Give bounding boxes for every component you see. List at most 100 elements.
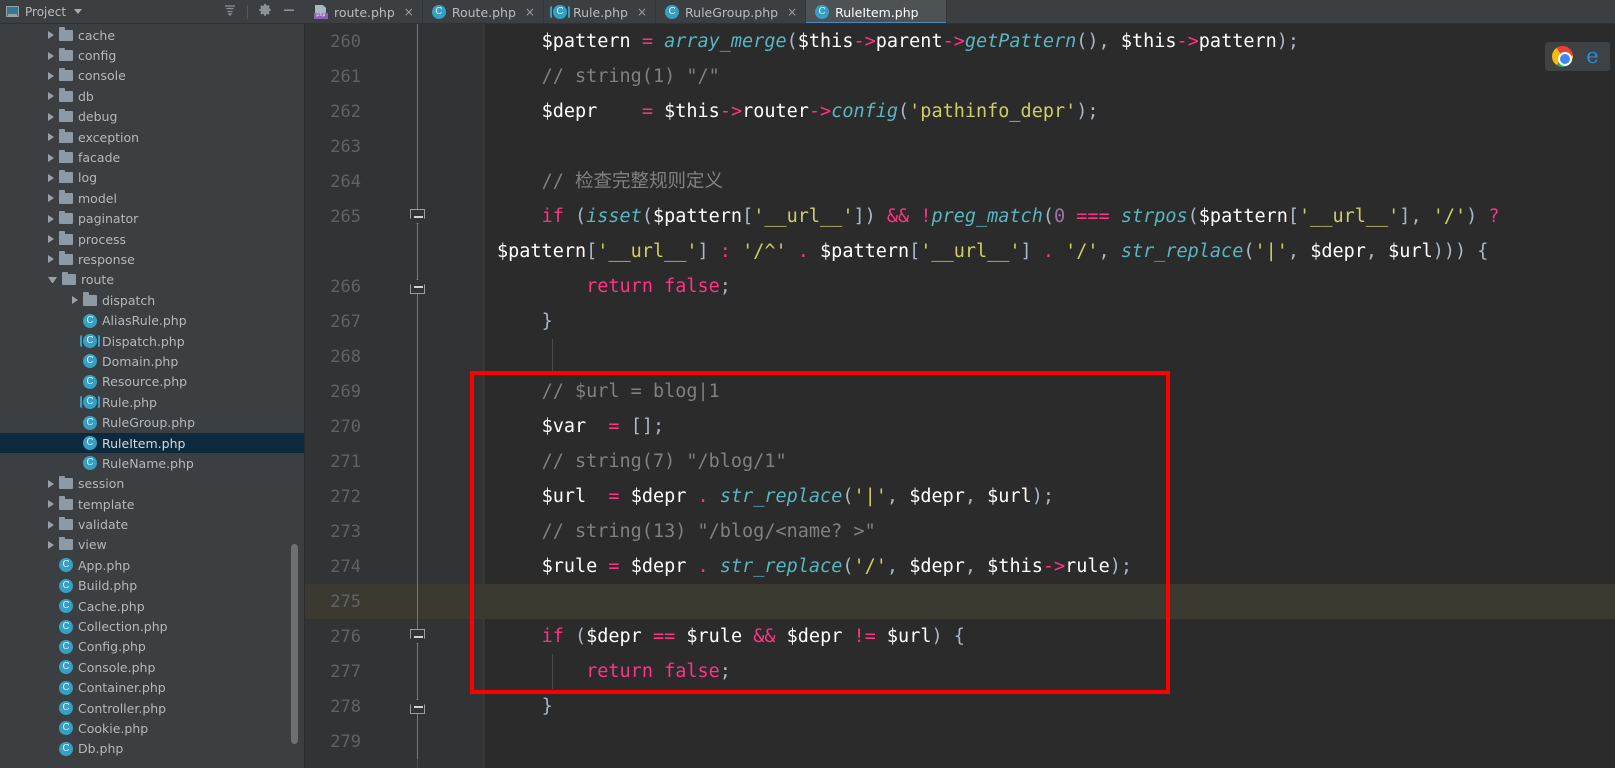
tree-file-App-php[interactable]: C App.php <box>0 555 304 575</box>
gutter-row[interactable]: 276 <box>305 619 485 654</box>
tree-file-Console-php[interactable]: C Console.php <box>0 657 304 677</box>
chevron-right-icon[interactable] <box>48 112 54 121</box>
tree-folder-exception[interactable]: exception <box>0 127 304 147</box>
chevron-right-icon[interactable] <box>72 296 78 305</box>
editor-tab-rulegroup-php[interactable]: C RuleGroup.php × <box>656 0 807 23</box>
chevron-right-icon[interactable] <box>48 173 54 182</box>
tree-file-Domain-php[interactable]: C Domain.php <box>0 351 304 371</box>
tree-file-RuleGroup-php[interactable]: C RuleGroup.php <box>0 412 304 432</box>
code-line[interactable]: $var = []; <box>485 409 1615 444</box>
code-line[interactable]: if ($depr == $rule && $depr != $url) { <box>485 619 1615 654</box>
gutter-row[interactable]: 262 <box>305 94 485 129</box>
minimize-icon[interactable] <box>282 2 296 21</box>
code-line[interactable]: // string(7) "/blog/1" <box>485 444 1615 479</box>
gutter-row[interactable]: 277 <box>305 654 485 689</box>
chevron-right-icon[interactable] <box>48 520 54 529</box>
code-line[interactable]: if (isset($pattern['__url__']) && !preg_… <box>485 199 1615 234</box>
tree-file-Rule-php[interactable]: C Rule.php <box>0 392 304 412</box>
tree-folder-config[interactable]: config <box>0 45 304 65</box>
project-panel-title-group[interactable]: Project <box>6 5 83 19</box>
chevron-right-icon[interactable] <box>48 71 54 80</box>
code-line[interactable]: } <box>485 304 1615 339</box>
tree-folder-session[interactable]: session <box>0 474 304 494</box>
tree-folder-model[interactable]: model <box>0 188 304 208</box>
gutter-row[interactable]: 271 <box>305 444 485 479</box>
chevron-right-icon[interactable] <box>48 51 54 60</box>
close-icon[interactable]: × <box>404 6 414 18</box>
chevron-down-icon[interactable] <box>74 9 83 14</box>
gutter-row[interactable]: 265 <box>305 199 485 234</box>
close-icon[interactable]: × <box>787 6 797 18</box>
tree-file-Resource-php[interactable]: C Resource.php <box>0 372 304 392</box>
edge-icon[interactable]: e <box>1582 46 1603 67</box>
gutter-row[interactable]: 273 <box>305 514 485 549</box>
gutter-row[interactable]: 272 <box>305 479 485 514</box>
tree-folder-console[interactable]: console <box>0 66 304 86</box>
code-line[interactable]: $depr = $this->router->config('pathinfo_… <box>485 94 1615 129</box>
code-line[interactable]: $pattern['__url__'] : '/^' . $pattern['_… <box>485 234 1615 269</box>
tree-folder-cache[interactable]: cache <box>0 25 304 45</box>
tree-file-Controller-php[interactable]: C Controller.php <box>0 698 304 718</box>
tree-folder-db[interactable]: db <box>0 86 304 106</box>
gutter-row[interactable] <box>305 234 485 269</box>
tree-folder-validate[interactable]: validate <box>0 514 304 534</box>
tree-folder-process[interactable]: process <box>0 229 304 249</box>
editor-tab-route-php[interactable]: php route.php × <box>305 0 423 23</box>
tree-file-Cache-php[interactable]: C Cache.php <box>0 596 304 616</box>
tree-file-Container-php[interactable]: C Container.php <box>0 678 304 698</box>
chevron-right-icon[interactable] <box>48 479 54 488</box>
chevron-down-icon[interactable] <box>48 276 57 283</box>
code-line[interactable]: return false; <box>485 654 1615 689</box>
code-line[interactable]: // string(13) "/blog/<name? >" <box>485 514 1615 549</box>
tree-file-RuleItem-php[interactable]: C RuleItem.php <box>0 432 304 454</box>
editor-gutter[interactable]: 260 261 262 263 264 265 266 267 268 269 270 271 272 2… <box>305 24 485 768</box>
code-line[interactable]: $pattern = array_merge($this->parent->ge… <box>485 24 1615 59</box>
tree-folder-dispatch[interactable]: dispatch <box>0 290 304 310</box>
tree-folder-paginator[interactable]: paginator <box>0 209 304 229</box>
chevron-right-icon[interactable] <box>48 92 54 101</box>
chevron-right-icon[interactable] <box>48 540 54 549</box>
gutter-row[interactable]: 274 <box>305 549 485 584</box>
tree-file-Db-php[interactable]: C Db.php <box>0 739 304 759</box>
tree-file-Dispatch-php[interactable]: C Dispatch.php <box>0 331 304 351</box>
sidebar-scrollbar-thumb[interactable] <box>291 544 298 744</box>
gutter-row[interactable]: 267 <box>305 304 485 339</box>
tree-file-Collection-php[interactable]: C Collection.php <box>0 616 304 636</box>
gutter-row[interactable]: 279 <box>305 724 485 759</box>
collapse-all-icon[interactable] <box>223 2 237 21</box>
code-line[interactable]: // 检查完整规则定义 <box>485 164 1615 199</box>
code-line[interactable]: return false; <box>485 269 1615 304</box>
code-line[interactable]: $rule = $depr . str_replace('/', $depr, … <box>485 549 1615 584</box>
close-icon[interactable]: × <box>525 6 535 18</box>
editor-tab-rule-php[interactable]: C Rule.php × <box>544 0 657 23</box>
chevron-right-icon[interactable] <box>48 194 54 203</box>
chevron-right-icon[interactable] <box>48 500 54 509</box>
gear-icon[interactable] <box>258 2 272 21</box>
tree-file-AliasRule-php[interactable]: C AliasRule.php <box>0 310 304 330</box>
gutter-row[interactable]: 268 <box>305 339 485 374</box>
code-line[interactable]: // string(1) "/" <box>485 59 1615 94</box>
gutter-row[interactable]: 270 <box>305 409 485 444</box>
chevron-right-icon[interactable] <box>48 235 54 244</box>
chevron-right-icon[interactable] <box>48 133 54 142</box>
code-editor[interactable]: 260 261 262 263 264 265 266 267 268 269 270 271 272 2… <box>305 24 1615 768</box>
tree-folder-debug[interactable]: debug <box>0 107 304 127</box>
gutter-row[interactable]: 269 <box>305 374 485 409</box>
editor-tab-ruleitem-php[interactable]: CRuleItem.php× <box>806 0 947 23</box>
tree-folder-route[interactable]: route <box>0 270 304 290</box>
close-icon[interactable]: × <box>637 6 647 18</box>
chevron-right-icon[interactable] <box>48 214 54 223</box>
tree-folder-response[interactable]: response <box>0 249 304 269</box>
gutter-row[interactable]: 266 <box>305 269 485 304</box>
code-line[interactable] <box>485 129 1615 164</box>
chevron-right-icon[interactable] <box>48 31 54 40</box>
tree-file-Build-php[interactable]: C Build.php <box>0 576 304 596</box>
code-line[interactable] <box>485 724 1615 759</box>
gutter-row[interactable]: 260 <box>305 24 485 59</box>
chevron-right-icon[interactable] <box>48 153 54 162</box>
tree-file-Cookie-php[interactable]: C Cookie.php <box>0 718 304 738</box>
tree-file-RuleName-php[interactable]: C RuleName.php <box>0 453 304 473</box>
project-file-tree-panel[interactable]: cache config console db debug exception facade… <box>0 24 305 768</box>
chevron-right-icon[interactable] <box>48 255 54 264</box>
code-line[interactable] <box>485 584 1615 619</box>
